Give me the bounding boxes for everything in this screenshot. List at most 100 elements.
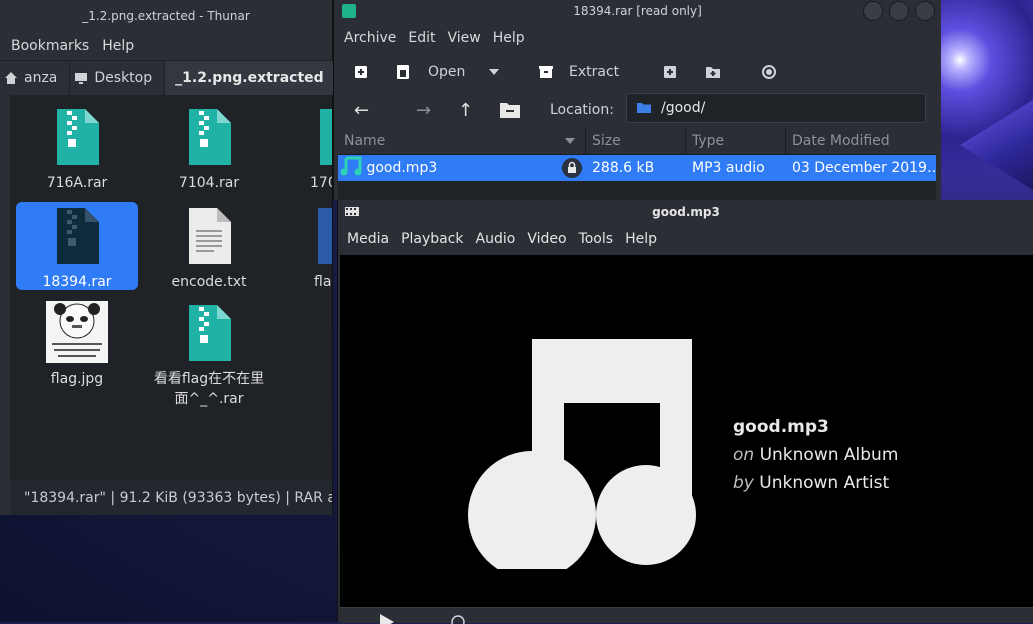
play-icon[interactable] <box>380 614 394 624</box>
open-button[interactable]: Open <box>396 64 465 80</box>
menu-audio[interactable]: Audio <box>470 231 522 247</box>
stop-icon <box>762 65 776 79</box>
file-encode-txt[interactable]: encode.txt <box>148 202 270 290</box>
extract-button[interactable]: Extract <box>539 64 619 80</box>
menu-video[interactable]: Video <box>521 231 572 247</box>
sidebar-edge <box>0 95 10 515</box>
archive-icon <box>57 208 99 264</box>
window-titlebar: good.mp3 <box>338 200 1033 224</box>
location-label: Location: <box>550 102 614 118</box>
crumb-desktop[interactable]: Desktop <box>70 61 166 95</box>
file-716a-rar[interactable]: 716A.rar <box>16 103 138 191</box>
window-controls <box>863 1 935 21</box>
track-artist: by Unknown Artist <box>733 469 898 497</box>
artist-name: Unknown Artist <box>759 473 890 493</box>
file-name: encode.txt <box>171 274 247 290</box>
seek-icon[interactable] <box>450 614 466 624</box>
navigation-bar: ← → ↑ Location: /good/ <box>334 90 941 130</box>
image-thumbnail <box>46 301 108 363</box>
file-name: 18394.rar <box>42 274 112 290</box>
album-name: Unknown Album <box>759 445 899 465</box>
menu-view[interactable]: View <box>442 30 487 46</box>
column-label: Name <box>344 133 386 149</box>
track-album: on Unknown Album <box>733 441 898 469</box>
table-row[interactable]: good.mp3 288.6 kB MP3 audio 03 December … <box>338 155 936 181</box>
column-date[interactable]: Date Modified <box>786 128 936 154</box>
close-button[interactable] <box>915 1 935 21</box>
playback-controls <box>340 607 1033 624</box>
menu-edit[interactable]: Edit <box>402 30 441 46</box>
add-file-icon <box>664 66 676 78</box>
menu-help[interactable]: Help <box>619 231 663 247</box>
column-size[interactable]: Size <box>586 128 686 154</box>
archive-file-list: Name Size Type Date Modified good.mp3 28… <box>338 128 936 200</box>
column-label: Date Modified <box>792 133 890 149</box>
forward-button[interactable]: → <box>416 90 431 130</box>
archive-icon <box>189 109 231 165</box>
file-fla-partial[interactable]: fla <box>280 202 332 290</box>
arrow-up-icon: ↑ <box>458 99 474 121</box>
track-title: good.mp3 <box>733 417 829 437</box>
archive-icon <box>57 109 99 165</box>
album-prefix: on <box>733 445 755 465</box>
menubar: Archive Edit View Help <box>334 22 941 54</box>
file-7104-rar[interactable]: 7104.rar <box>148 103 270 191</box>
minimize-button[interactable] <box>863 1 883 21</box>
maximize-button[interactable] <box>889 1 909 21</box>
home-folder-button[interactable] <box>499 90 521 130</box>
location-value: /good/ <box>661 100 706 116</box>
crumb-home[interactable]: anza <box>0 61 71 95</box>
menu-playback[interactable]: Playback <box>395 231 469 247</box>
cell-name: good.mp3 <box>338 155 586 181</box>
file-18394-rar[interactable]: 18394.rar <box>16 202 138 290</box>
music-note-icon <box>468 339 696 569</box>
arrow-left-icon: ← <box>354 99 370 121</box>
music-file-icon <box>340 156 362 176</box>
file-name: 看看flag在不在里面^_^.rar <box>153 371 265 407</box>
menu-help[interactable]: Help <box>99 38 144 54</box>
menubar: Media Playback Audio Video Tools Help <box>338 224 1033 254</box>
file-icon-view: 716A.rar 7104.rar 170 18394.rar encode.t… <box>10 95 332 480</box>
menu-archive[interactable]: Archive <box>338 30 402 46</box>
window-title: good.mp3 <box>652 205 720 219</box>
column-name[interactable]: Name <box>338 128 586 154</box>
lock-icon <box>562 158 582 178</box>
window-title: _1.2.png.extracted - Thunar <box>0 0 332 32</box>
open-dropdown[interactable] <box>488 68 500 76</box>
file-name: good.mp3 <box>366 160 438 176</box>
menubar: Bookmarks Help <box>0 32 332 60</box>
artist-prefix: by <box>733 473 754 493</box>
media-player-window: good.mp3 Media Playback Audio Video Tool… <box>337 200 1033 624</box>
crumb-current[interactable]: _1.2.png.extracted <box>165 61 337 95</box>
add-folder-button[interactable] <box>705 65 721 79</box>
location-field[interactable]: /good/ <box>626 93 926 123</box>
stop-button[interactable] <box>762 65 776 79</box>
file-name: 7104.rar <box>178 175 240 191</box>
open-label: Open <box>428 64 466 80</box>
folder-home-icon <box>500 103 520 118</box>
thunar-window: _1.2.png.extracted - Thunar Bookmarks He… <box>0 0 337 515</box>
menu-tools[interactable]: Tools <box>573 231 620 247</box>
file-170-partial[interactable]: 170 <box>280 103 332 191</box>
menu-media[interactable]: Media <box>341 231 395 247</box>
crumb-label: _1.2.png.extracted <box>175 70 324 86</box>
menu-help[interactable]: Help <box>487 30 531 46</box>
menu-bookmarks[interactable]: Bookmarks <box>8 38 99 54</box>
video-area[interactable]: good.mp3 on Unknown Album by Unknown Art… <box>340 255 1033 607</box>
file-name: flag.jpg <box>50 371 104 387</box>
up-button[interactable]: ↑ <box>458 90 473 130</box>
sort-down-icon <box>565 138 575 144</box>
add-files-button[interactable] <box>663 65 677 79</box>
text-file-icon <box>189 208 231 264</box>
cell-date: 03 December 2019… <box>792 160 936 176</box>
folder-icon <box>637 103 651 113</box>
new-archive-button[interactable] <box>354 65 368 79</box>
file-flag-jpg[interactable]: flag.jpg <box>16 299 138 387</box>
column-type[interactable]: Type <box>686 128 786 154</box>
track-info: good.mp3 on Unknown Album by Unknown Art… <box>733 413 898 497</box>
back-button[interactable]: ← <box>354 90 369 130</box>
file-name: fla <box>314 274 332 290</box>
file-kankan-flag-rar[interactable]: 看看flag在不在里面^_^.rar <box>148 299 270 409</box>
window-title: 18394.rar [read only] <box>573 4 702 18</box>
file-name: 170 <box>310 175 332 191</box>
